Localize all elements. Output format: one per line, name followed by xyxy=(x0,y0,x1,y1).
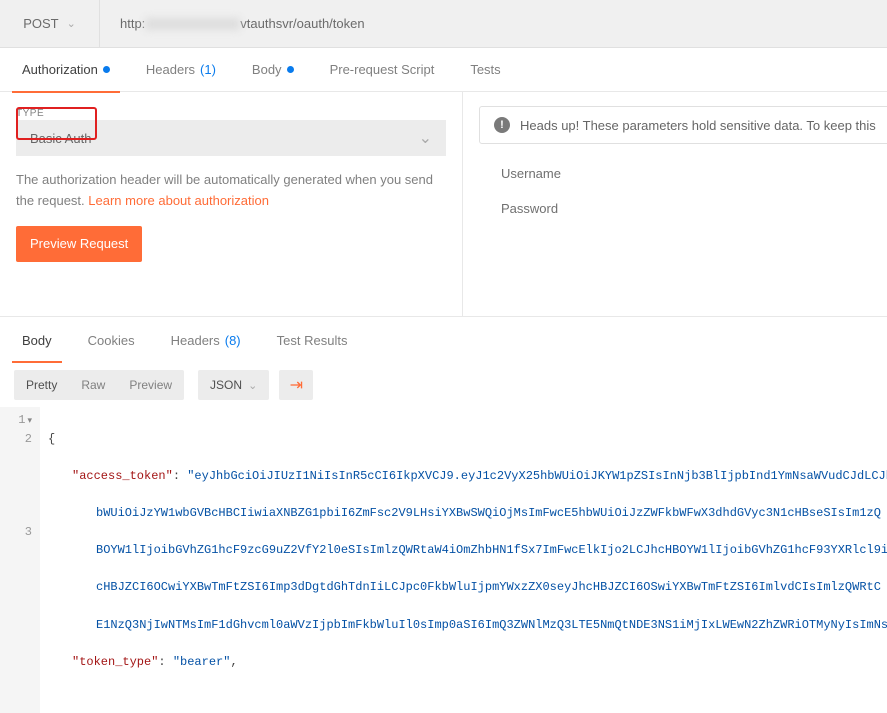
resp-tab-cookies[interactable]: Cookies xyxy=(70,317,153,363)
resp-tab-headers[interactable]: Headers (8) xyxy=(153,317,259,363)
auth-content: TYPE Basic Auth Basic Auth ⌄ The authori… xyxy=(0,92,887,317)
tab-body[interactable]: Body xyxy=(234,48,312,92)
chevron-down-icon: ⌄ xyxy=(248,379,257,392)
viewer-toolbar: Pretty Raw Preview JSON ⌄ ⇥ xyxy=(0,363,887,407)
learn-more-link[interactable]: Learn more about authorization xyxy=(88,193,269,208)
dot-indicator xyxy=(287,66,294,73)
method-label: POST xyxy=(23,16,58,31)
view-mode-group: Pretty Raw Preview xyxy=(14,370,184,400)
auth-right-panel: ! Heads up! These parameters hold sensit… xyxy=(463,92,887,316)
password-row: Password xyxy=(479,201,887,216)
view-pretty[interactable]: Pretty xyxy=(14,370,69,400)
request-bar: POST ⌄ http: vtauthsvr/oauth/token xyxy=(0,0,887,48)
url-redacted xyxy=(145,18,240,30)
url-input[interactable]: http: vtauthsvr/oauth/token xyxy=(100,16,887,31)
code-content: { "access_token": "eyJhbGciOiJIUzI1NiIsI… xyxy=(40,407,887,713)
username-label: Username xyxy=(501,166,681,181)
tab-authorization[interactable]: Authorization xyxy=(4,48,128,92)
highlight-annotation: Basic Auth xyxy=(16,107,97,140)
wrap-line-button[interactable]: ⇥ xyxy=(279,370,313,400)
wrap-icon: ⇥ xyxy=(290,375,303,395)
view-preview[interactable]: Preview xyxy=(117,370,184,400)
tab-prerequest[interactable]: Pre-request Script xyxy=(312,48,453,92)
response-body-viewer[interactable]: 1▾ 2 3 { "access_token": "eyJhbGciOiJIUz… xyxy=(0,407,887,713)
auth-help-text: The authorization header will be automat… xyxy=(16,170,446,212)
chevron-down-icon: ⌄ xyxy=(67,17,76,30)
preview-request-button[interactable]: Preview Request xyxy=(16,226,142,262)
response-tabs: Body Cookies Headers (8) Test Results xyxy=(0,317,887,363)
resp-tab-test-results[interactable]: Test Results xyxy=(259,317,366,363)
chevron-down-icon: ⌄ xyxy=(419,128,432,148)
sensitive-data-alert: ! Heads up! These parameters hold sensit… xyxy=(479,106,887,144)
tab-tests[interactable]: Tests xyxy=(452,48,518,92)
warning-icon: ! xyxy=(494,117,510,133)
dot-indicator xyxy=(103,66,110,73)
method-select[interactable]: POST ⌄ xyxy=(0,0,100,48)
auth-left-panel: TYPE Basic Auth Basic Auth ⌄ The authori… xyxy=(0,92,463,316)
resp-tab-body[interactable]: Body xyxy=(4,317,70,363)
format-select[interactable]: JSON ⌄ xyxy=(198,370,269,400)
line-gutter: 1▾ 2 3 xyxy=(0,407,40,713)
request-tabs: Authorization Headers (1) Body Pre-reque… xyxy=(0,48,887,92)
tab-headers[interactable]: Headers (1) xyxy=(128,48,234,92)
username-row: Username xyxy=(479,166,887,181)
view-raw[interactable]: Raw xyxy=(69,370,117,400)
password-label: Password xyxy=(501,201,681,216)
